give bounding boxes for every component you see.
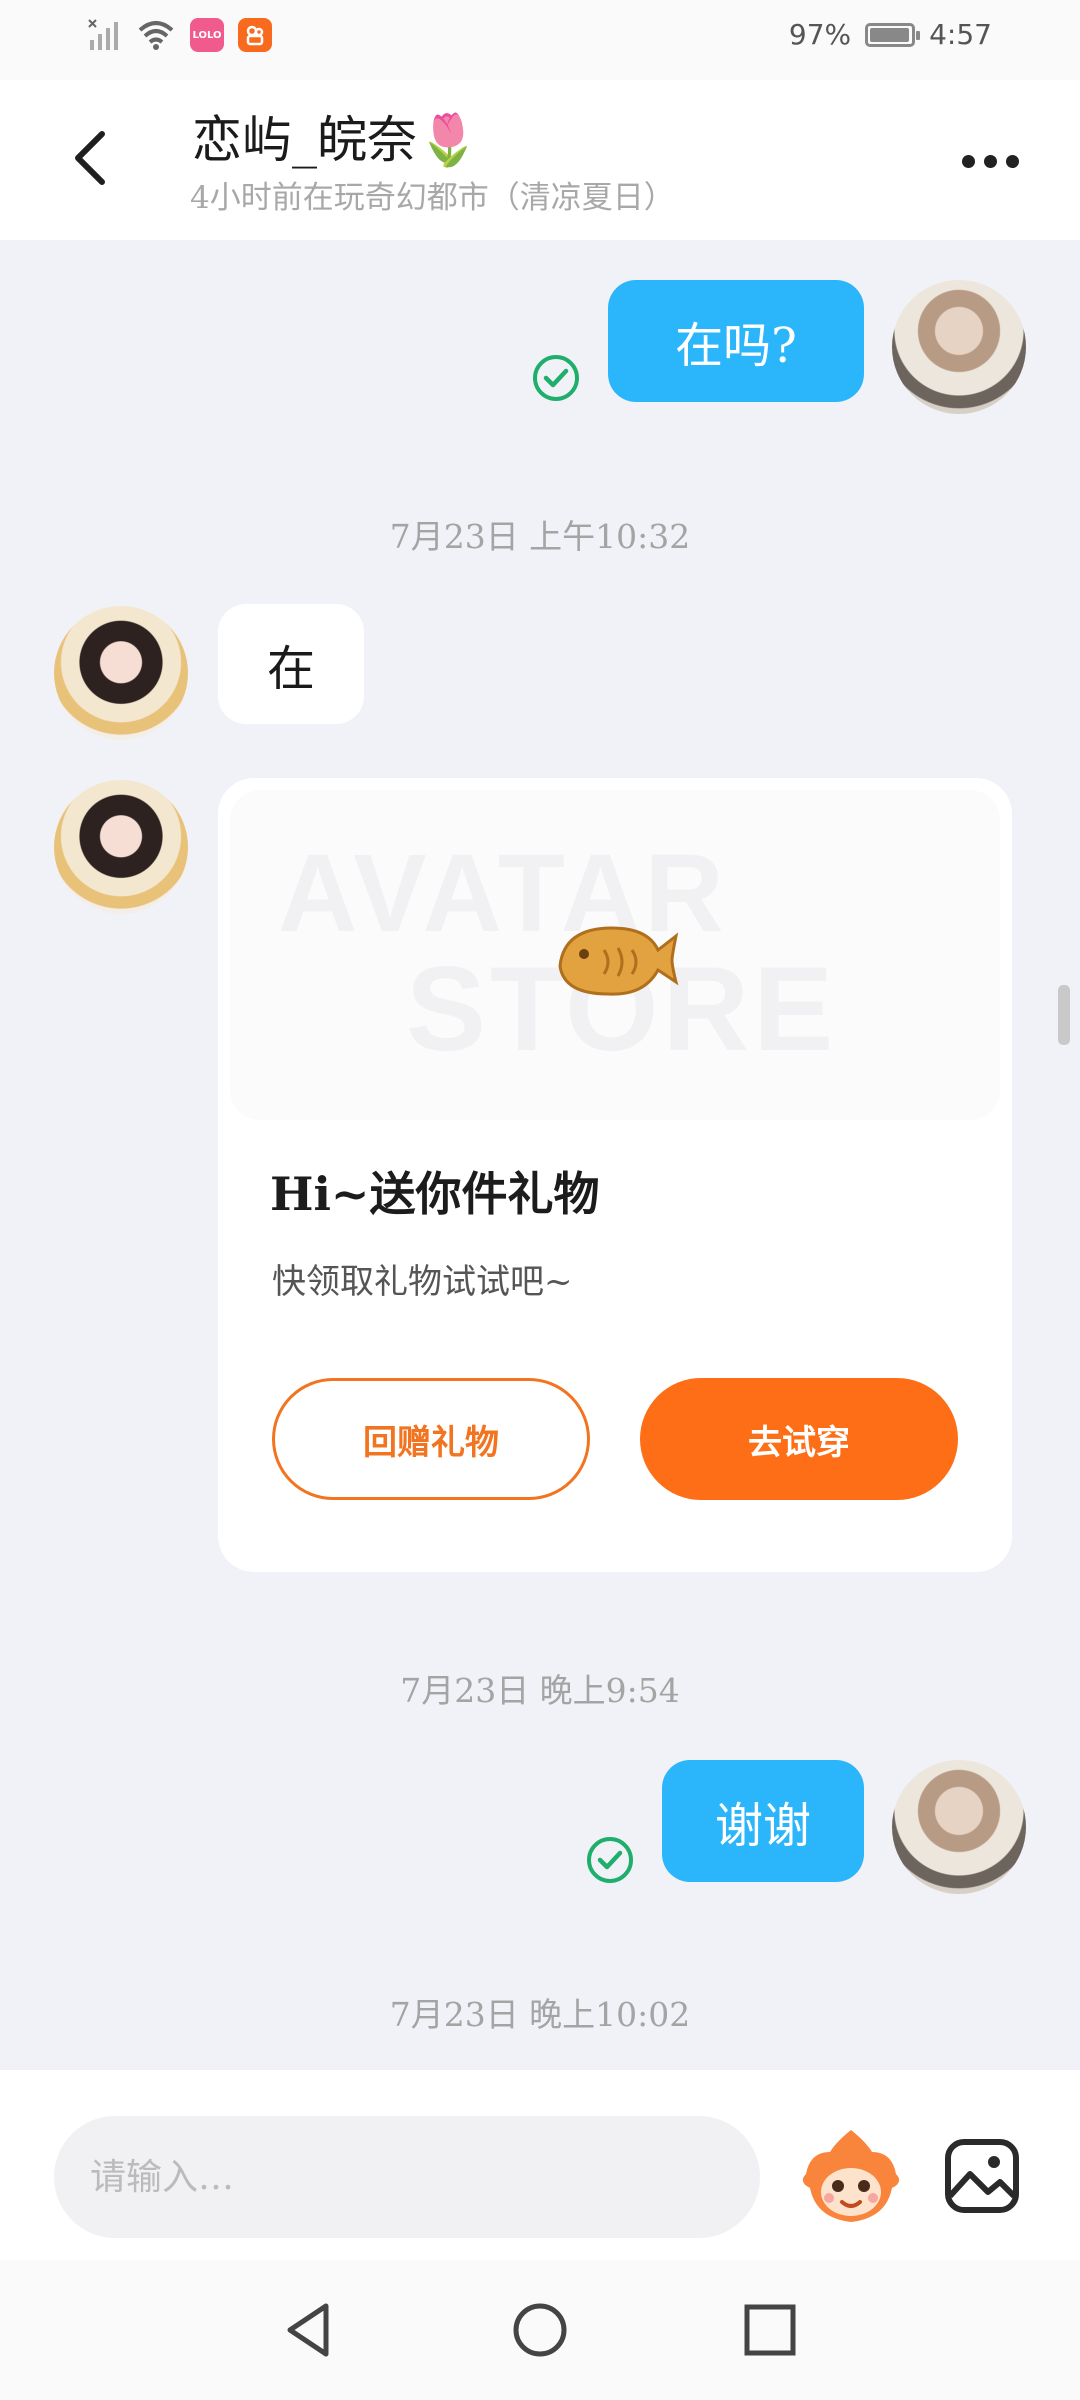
wifi-icon [138,21,174,50]
gift-card[interactable]: AVATAR STORE Hi~送你件礼物 快领取礼物试试吧~ 回赠礼物 去试穿 [218,778,1012,1572]
battery-fill [870,27,909,42]
system-nav-bar [0,2260,1080,2400]
message-bubble-incoming[interactable]: 在 [218,604,364,724]
message-bubble-outgoing[interactable]: 在吗? [608,280,864,402]
contact-name[interactable]: 恋屿_皖奈🌷 [192,100,479,172]
message-timestamp: 7月23日 晚上9:54 [400,1671,680,1710]
chevron-left-icon [75,131,105,185]
more-dot [1005,154,1019,168]
avatar-contact[interactable] [54,606,188,740]
return-gift-button[interactable]: 回赠礼物 [272,1378,590,1500]
scrollbar-thumb[interactable] [1058,985,1070,1045]
sticker-mascot-button[interactable] [796,2122,906,2232]
gift-description: 快领取礼物试试吧~ [272,1262,573,1302]
taiyaki-gift-icon [558,926,679,996]
avatar-self[interactable] [892,280,1026,414]
battery-percent: 97% [788,18,852,51]
contact-status: 4小时前在玩奇幻都市（清凉夏日） [190,180,675,216]
status-bar: LOLO 97% 4:57 [0,0,1080,80]
avatar-self[interactable] [892,1760,1026,1894]
more-button[interactable] [950,144,1030,178]
read-check-icon [587,1837,633,1883]
message-bubble-outgoing[interactable]: 谢谢 [662,1760,864,1882]
nav-home-icon[interactable] [510,2300,570,2360]
image-picker-icon[interactable] [944,2138,1020,2214]
clock: 4:57 [929,18,992,51]
input-bar [0,2070,1080,2260]
more-dots-icon [961,154,975,168]
nav-back-icon[interactable] [280,2300,340,2360]
back-button[interactable] [60,120,120,196]
status-bar-left: LOLO [88,18,272,52]
battery-icon [865,22,921,47]
message-input[interactable] [54,2116,760,2238]
chat-header: 恋屿_皖奈🌷 4小时前在玩奇幻都市（清凉夏日） [0,80,1080,240]
try-on-button[interactable]: 去试穿 [640,1378,958,1500]
status-bar-right: 97% 4:57 [789,18,992,51]
nav-recents-icon[interactable] [740,2300,800,2360]
read-check-icon [533,355,579,401]
more-dot [983,154,997,168]
gift-title: Hi~送你件礼物 [270,1167,600,1221]
kuaishou-app-icon [238,18,272,52]
gift-image: AVATAR STORE [230,790,1000,1120]
avatar-contact[interactable] [54,780,188,914]
lolo-app-icon: LOLO [190,18,224,52]
message-timestamp: 7月23日 晚上10:02 [389,1995,691,2034]
signal-icon [88,19,118,50]
chat-area[interactable]: 在吗? 7月23日 上午10:32 在 AVATAR STORE Hi~送你件礼… [0,240,1080,2070]
message-timestamp: 7月23日 上午10:32 [389,517,691,556]
